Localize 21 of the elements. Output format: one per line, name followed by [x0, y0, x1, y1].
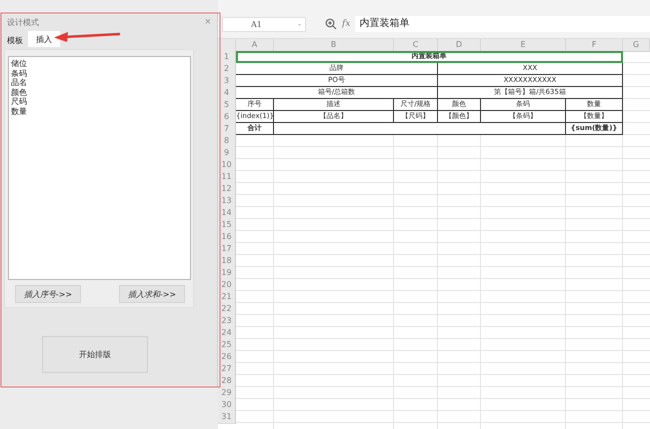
list-item[interactable]: 颜色 [11, 88, 190, 97]
insert-button[interactable]: 插入序号->> [15, 285, 81, 303]
formula-field[interactable]: 内置装箱单 [355, 16, 650, 32]
close-button[interactable]: × [204, 16, 211, 28]
list-item[interactable]: 条码 [11, 68, 190, 78]
row-header[interactable]: 31 [218, 411, 236, 424]
row-header[interactable]: 30 [218, 399, 236, 412]
insert-button[interactable]: 插入求和->> [119, 285, 185, 303]
list-item[interactable]: 尺码 [11, 97, 190, 106]
column-header[interactable]: G [623, 39, 650, 52]
name-box[interactable]: A1 - [222, 16, 306, 32]
window-title: 设计模式 [7, 16, 39, 28]
list-item[interactable]: 数量 [11, 106, 190, 116]
tab[interactable]: 插入 [28, 31, 60, 47]
dropdown-arrow[interactable]: - [298, 20, 301, 28]
row-header[interactable]: 29 [218, 387, 236, 400]
list-item[interactable]: 品名 [11, 78, 190, 88]
function-label[interactable]: fx [342, 19, 350, 29]
cell-reference: A1 [251, 20, 262, 28]
start-button[interactable]: 开始排版 [42, 336, 148, 373]
list-item[interactable]: 储位 [11, 59, 190, 68]
